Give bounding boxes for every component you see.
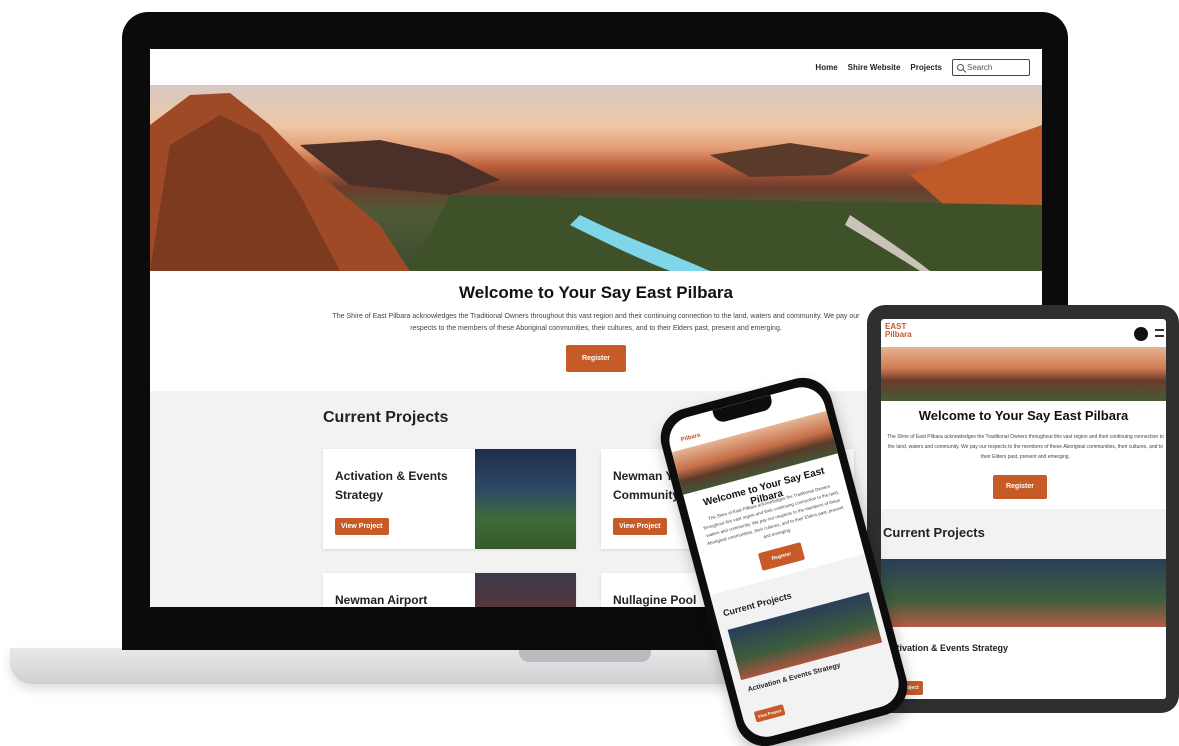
search-placeholder: Search: [967, 62, 993, 72]
tablet-projects-heading: Current Projects: [883, 525, 985, 540]
search-icon: [957, 63, 964, 71]
project-title: Newman Airport: [335, 593, 428, 607]
laptop-notch: [519, 648, 651, 662]
top-nav: Home Shire Website Projects Search: [150, 49, 1042, 85]
project-card[interactable]: Activation & Events Strategy View Projec…: [323, 449, 576, 549]
project-image: [475, 449, 576, 549]
search-input[interactable]: Search: [952, 58, 1030, 76]
shire-logo: EAST Pilbara: [885, 323, 912, 339]
tablet-project-image: [881, 559, 1166, 627]
phone-register-button[interactable]: Register: [757, 542, 806, 571]
tablet-project-card[interactable]: Activation & Events Strategy View Projec…: [881, 627, 1166, 699]
nav-projects[interactable]: Projects: [910, 63, 942, 72]
logo-line2: Pilbara: [885, 330, 912, 339]
tablet-projects-section: Current Projects Activation & Events Str…: [881, 509, 1166, 699]
phone-projects-section: Current Projects Activation & Events Str…: [710, 553, 904, 743]
tablet-project-title: Activation & Events Strategy: [885, 643, 1009, 653]
project-card[interactable]: Newman Airport: [323, 573, 576, 607]
tablet-register-button[interactable]: Register: [993, 475, 1047, 499]
project-title: Activation & Events Strategy: [335, 469, 448, 502]
phone-view-project-button[interactable]: View Project: [753, 704, 786, 723]
view-project-button[interactable]: View Project: [335, 518, 389, 535]
project-image: [475, 573, 576, 607]
tablet-welcome-title: Welcome to Your Say East Pilbara: [918, 408, 1129, 423]
register-button[interactable]: Register: [565, 345, 626, 372]
welcome-title: Welcome to Your Say East Pilbara: [459, 283, 733, 302]
tablet-acknowledgement-text: The Shire of East Pilbara acknowledges t…: [887, 434, 1164, 460]
view-project-button[interactable]: View Project: [613, 518, 667, 535]
user-icon[interactable]: [1134, 327, 1148, 341]
phone-logo: Pilbara: [680, 432, 702, 444]
nav-home[interactable]: Home: [815, 63, 837, 72]
landscape-illustration: [150, 93, 1042, 271]
phone-notch: [712, 394, 774, 424]
acknowledgement-text: The Shire of East Pilbara acknowledges t…: [332, 313, 860, 332]
tablet-screen: EAST Pilbara Welcome to Your Say East Pi…: [881, 319, 1166, 699]
tablet-hero-image: [881, 347, 1166, 401]
menu-icon[interactable]: [1155, 329, 1164, 337]
device-mockup-scene: Home Shire Website Projects Search Welco…: [0, 0, 1179, 746]
hero-image: [150, 85, 1042, 271]
nav-shire-website[interactable]: Shire Website: [848, 63, 901, 72]
tablet-device: EAST Pilbara Welcome to Your Say East Pi…: [867, 305, 1179, 713]
